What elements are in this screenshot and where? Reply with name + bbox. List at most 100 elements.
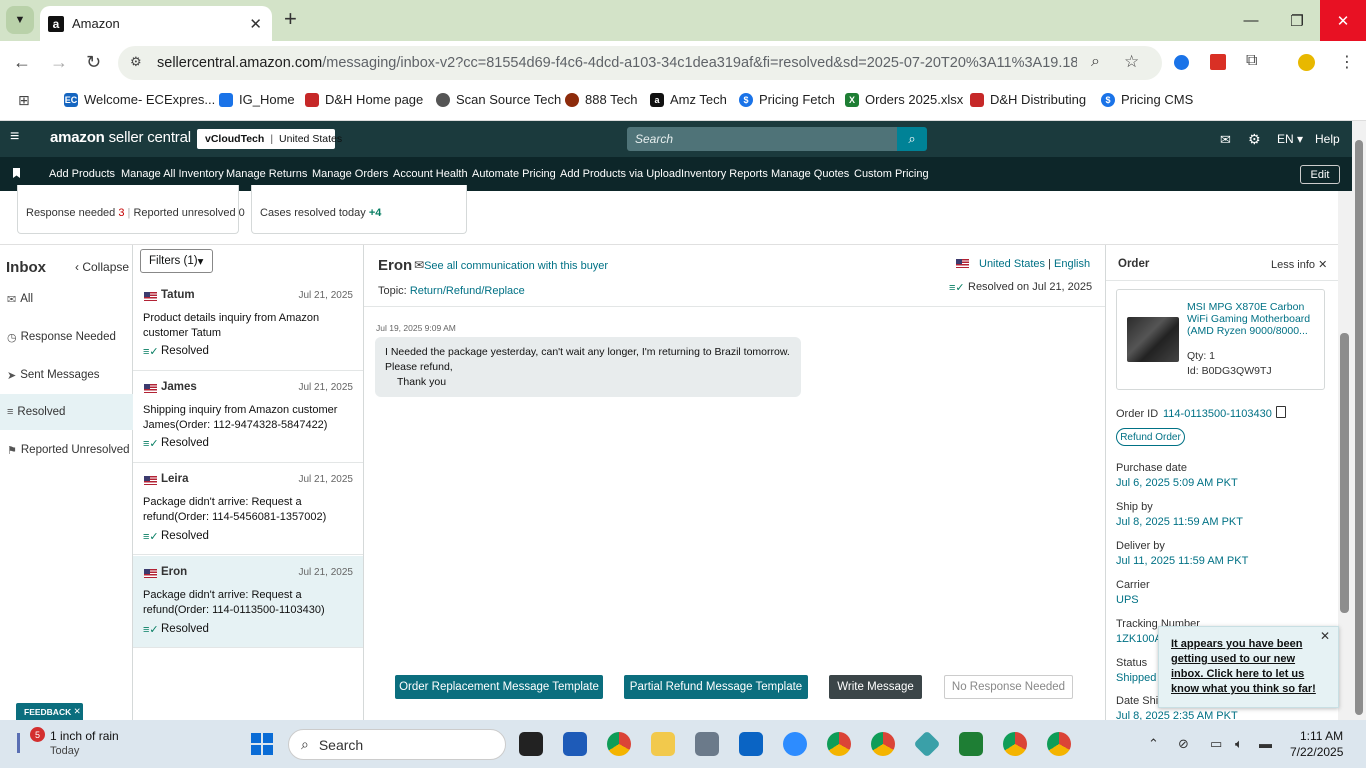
bookmark-item[interactable]: X Orders 2025.xlsx: [845, 92, 963, 107]
tab-search-button[interactable]: ▼: [6, 6, 34, 34]
task-view-icon[interactable]: [519, 732, 543, 756]
chrome-icon[interactable]: [871, 732, 895, 756]
nav-item[interactable]: Manage Returns: [226, 168, 307, 180]
restore-icon[interactable]: ❐: [1274, 0, 1320, 41]
bookmark-item[interactable]: $ Pricing CMS: [1101, 92, 1193, 107]
less-info-button[interactable]: Less info ✕: [1271, 258, 1327, 271]
forward-icon[interactable]: →: [50, 52, 68, 73]
back-icon[interactable]: ←: [13, 52, 31, 73]
scrollbar-thumb[interactable]: [1340, 333, 1349, 613]
chrome-icon[interactable]: [1047, 732, 1071, 756]
battery-icon[interactable]: ▬: [1259, 736, 1272, 751]
bookmark-item[interactable]: D&H Distributing: [970, 92, 1086, 107]
minimize-icon[interactable]: —: [1228, 0, 1274, 41]
filters-button[interactable]: Filters (1) ▾: [140, 249, 213, 273]
bookmark-item[interactable]: $ Pricing Fetch: [739, 92, 835, 107]
help-link[interactable]: Help: [1315, 132, 1340, 146]
tracking-number-value[interactable]: 1ZK100A: [1116, 633, 1162, 645]
new-inbox-feedback-toast[interactable]: ✕ It appears you have been getting used …: [1158, 626, 1339, 708]
bookmark-star-icon[interactable]: ☆: [1124, 52, 1139, 72]
seller-central-logo[interactable]: amazon seller central: [50, 129, 191, 146]
scrollbar-thumb[interactable]: [1355, 140, 1363, 715]
search-icon[interactable]: ⌕: [897, 127, 927, 151]
see-all-communication-link[interactable]: ✉See all communication with this buyer: [414, 258, 608, 272]
hamburger-menu-icon[interactable]: ≡: [10, 128, 19, 146]
sidebar-item-reported-unresolved[interactable]: ⚑ Reported Unresolved: [0, 432, 133, 468]
browser-tab[interactable]: a Amazon ✕: [40, 6, 272, 41]
sidebar-item-response-needed[interactable]: ◷ Response Needed: [0, 319, 133, 355]
nav-item[interactable]: Add Products via Upload: [560, 168, 681, 180]
partial-refund-template-button[interactable]: Partial Refund Message Template: [624, 675, 808, 699]
apps-grid-icon[interactable]: ⊞: [18, 92, 30, 109]
bookmark-item[interactable]: 888 Tech: [565, 92, 638, 107]
edit-nav-button[interactable]: Edit: [1300, 165, 1340, 184]
bookmark-item[interactable]: IG_Home: [219, 92, 295, 107]
window-close-icon[interactable]: ✕: [1320, 0, 1366, 41]
chrome-icon[interactable]: [607, 732, 631, 756]
bookmark-item[interactable]: a Amz Tech: [650, 92, 727, 107]
conversation-item[interactable]: Tatum Jul 21, 2025 Product details inqui…: [133, 279, 363, 371]
nav-item[interactable]: Add Products: [49, 168, 115, 180]
header-search-input[interactable]: Search: [627, 127, 899, 151]
chrome-icon[interactable]: [1003, 732, 1027, 756]
language-selector[interactable]: EN ▾: [1277, 132, 1303, 146]
tab-close-icon[interactable]: ✕: [249, 15, 262, 33]
volume-icon[interactable]: 🔈︎: [1235, 736, 1243, 752]
windows-start-icon[interactable]: [251, 733, 273, 755]
zoom-app-icon[interactable]: [783, 732, 807, 756]
display-icon[interactable]: ▭: [1210, 736, 1222, 752]
close-icon[interactable]: ✕: [1320, 629, 1330, 643]
nav-item[interactable]: Automate Pricing: [472, 168, 556, 180]
outlook-icon[interactable]: [739, 732, 763, 756]
new-tab-icon[interactable]: +: [284, 8, 297, 30]
gear-icon[interactable]: ⚙: [1248, 131, 1261, 148]
reload-icon[interactable]: ↻: [86, 52, 101, 73]
nav-item[interactable]: Account Health: [393, 168, 468, 180]
weather-text[interactable]: 1 inch of rain: [50, 729, 119, 743]
zoom-icon[interactable]: ⌕: [1091, 53, 1100, 71]
no-response-needed-button[interactable]: No Response Needed: [944, 675, 1073, 699]
nav-item[interactable]: Manage Orders: [312, 168, 388, 180]
file-explorer-icon[interactable]: [651, 732, 675, 756]
copy-icon[interactable]: [1276, 406, 1286, 418]
bookmark-item[interactable]: EC Welcome- ECExpres...: [64, 92, 215, 107]
network-off-icon[interactable]: ⊘: [1178, 736, 1189, 752]
write-message-button[interactable]: Write Message: [829, 675, 922, 699]
conversation-item-selected[interactable]: Eron Jul 21, 2025 Package didn't arrive:…: [133, 556, 363, 648]
feedback-tab[interactable]: FEEDBACK ✕: [16, 703, 83, 720]
conversation-item[interactable]: Leira Jul 21, 2025 Package didn't arrive…: [133, 463, 363, 555]
product-title-link[interactable]: MSI MPG X870E Carbon WiFi Gaming Motherb…: [1187, 301, 1317, 337]
collapse-button[interactable]: ‹ Collapse: [75, 260, 129, 274]
clock-date[interactable]: 7/22/2025: [1290, 745, 1343, 759]
extensions-puzzle-icon[interactable]: ⧉: [1246, 52, 1257, 70]
refund-order-button[interactable]: Refund Order: [1116, 428, 1185, 446]
order-replacement-template-button[interactable]: Order Replacement Message Template: [395, 675, 603, 699]
pdf-extension-icon[interactable]: [1210, 54, 1226, 70]
chrome-menu-icon[interactable]: ⋮: [1339, 52, 1355, 72]
bookmark-item[interactable]: Scan Source Tech: [436, 92, 561, 107]
url-text[interactable]: sellercentral.amazon.com/messaging/inbox…: [157, 55, 1077, 71]
conversation-item[interactable]: James Jul 21, 2025 Shipping inquiry from…: [133, 371, 363, 463]
chrome-icon[interactable]: [827, 732, 851, 756]
taskbar-search[interactable]: ⌕ Search: [288, 729, 506, 760]
nav-item[interactable]: Inventory Reports: [681, 168, 768, 180]
store-icon[interactable]: [563, 732, 587, 756]
profile-avatar[interactable]: [1298, 54, 1315, 71]
bookmark-item[interactable]: D&H Home page: [305, 92, 423, 107]
mail-icon[interactable]: ✉: [1220, 132, 1231, 148]
sidebar-item-resolved[interactable]: ≡ Resolved: [0, 394, 133, 430]
store-selector[interactable]: vCloudTech | United States: [197, 129, 342, 149]
nav-item[interactable]: Manage Quotes: [771, 168, 849, 180]
order-id-link[interactable]: 114-0113500-1103430: [1163, 408, 1272, 420]
nav-item[interactable]: Custom Pricing: [854, 168, 929, 180]
calculator-icon[interactable]: [695, 732, 719, 756]
extension-icon[interactable]: [1174, 55, 1189, 70]
clock-time[interactable]: 1:11 AM: [1300, 729, 1343, 743]
sidebar-item-sent[interactable]: ➤ Sent Messages: [0, 357, 133, 393]
sidebar-item-all[interactable]: ✉ All: [0, 281, 133, 317]
site-info-icon[interactable]: ⚙: [130, 54, 142, 70]
tray-chevron-icon[interactable]: ⌃: [1148, 736, 1159, 752]
nav-item[interactable]: Manage All Inventory: [121, 168, 224, 180]
excel-icon[interactable]: [959, 732, 983, 756]
toast-message-link[interactable]: It appears you have been getting used to…: [1171, 637, 1330, 697]
